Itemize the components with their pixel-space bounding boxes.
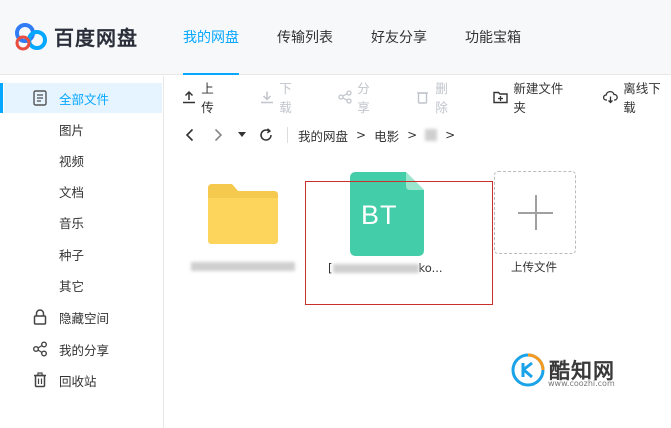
upload-file-label: 上传文件: [511, 260, 557, 274]
cloud-download-icon: [603, 89, 618, 105]
tab-toolbox[interactable]: 功能宝箱: [450, 0, 536, 75]
share-button[interactable]: 分享: [337, 78, 381, 116]
new-folder-label: 新建文件夹: [513, 81, 564, 115]
refresh-icon[interactable]: [255, 124, 277, 146]
baidu-cloud-logo-icon: [14, 22, 48, 51]
share-label: 分享: [357, 81, 370, 115]
breadcrumb-separator: >: [356, 128, 367, 142]
trash-icon: [32, 372, 48, 388]
sidebar-item-label: 图片: [59, 122, 85, 138]
delete-label: 删除: [435, 81, 448, 115]
sidebar-item-documents[interactable]: 文档: [4, 176, 162, 206]
share-icon: [32, 341, 48, 357]
tab-my-disk[interactable]: 我的网盘: [168, 0, 254, 75]
sidebar-item-music[interactable]: 音乐: [4, 207, 162, 237]
upload-file-tile[interactable]: [494, 171, 576, 254]
new-folder-icon: [493, 89, 508, 105]
top-header: 百度网盘 我的网盘 传输列表 好友分享 功能宝箱: [0, 0, 671, 75]
sidebar-item-label: 回收站: [59, 373, 97, 389]
download-icon: [259, 89, 274, 105]
watermark-url: www.coozhi.com: [548, 379, 615, 388]
tab-friend-share[interactable]: 好友分享: [356, 0, 442, 75]
sidebar-item-hidden-space[interactable]: 隐藏空间: [4, 302, 162, 332]
folder-item[interactable]: [187, 172, 299, 292]
delete-button[interactable]: 删除: [415, 78, 459, 116]
sidebar-item-label: 其它: [59, 278, 85, 294]
breadcrumb-separator: >: [407, 128, 418, 142]
back-arrow-icon[interactable]: [179, 124, 201, 146]
sidebar-item-label: 种子: [59, 247, 85, 263]
breadcrumb-my-disk[interactable]: 我的网盘: [298, 126, 348, 145]
upload-label: 上传: [201, 81, 214, 115]
forward-arrow-icon[interactable]: [207, 124, 229, 146]
sidebar: 全部文件 图片 视频 文档 音乐 种子 其它 隐藏空间 我的分享 回收站: [0, 76, 164, 428]
upload-icon: [181, 89, 196, 105]
sidebar-item-other[interactable]: 其它: [4, 270, 162, 300]
trash-icon: [415, 89, 430, 105]
sidebar-item-label: 我的分享: [59, 342, 110, 358]
document-icon: [32, 90, 48, 106]
breadcrumb: 我的网盘 > 电影 > >: [165, 120, 671, 150]
tab-transfer-list[interactable]: 传输列表: [262, 0, 348, 75]
sidebar-item-recycle-bin[interactable]: 回收站: [4, 365, 162, 395]
main-nav: 我的网盘 传输列表 好友分享 功能宝箱: [168, 0, 544, 75]
selection-highlight-box: [305, 181, 493, 305]
sidebar-item-pictures[interactable]: 图片: [4, 114, 162, 144]
lock-icon: [32, 309, 48, 325]
sidebar-item-all-files[interactable]: 全部文件: [0, 83, 162, 113]
coozhi-logo-icon: [511, 353, 545, 387]
new-folder-button[interactable]: 新建文件夹: [493, 78, 573, 116]
sidebar-item-label: 音乐: [59, 215, 85, 231]
sidebar-item-label: 文档: [59, 184, 85, 200]
divider: [287, 127, 288, 143]
share-icon: [337, 89, 352, 105]
app-logo[interactable]: 百度网盘: [14, 22, 138, 51]
breadcrumb-separator: >: [445, 128, 456, 142]
sidebar-item-label: 隐藏空间: [59, 310, 110, 326]
download-label: 下载: [279, 81, 292, 115]
app-name: 百度网盘: [54, 26, 138, 50]
breadcrumb-movies[interactable]: 电影: [374, 126, 399, 145]
sidebar-item-videos[interactable]: 视频: [4, 145, 162, 175]
offline-download-label: 离线下载: [623, 81, 661, 115]
download-button[interactable]: 下载: [259, 78, 303, 116]
sidebar-item-torrents[interactable]: 种子: [4, 239, 162, 269]
folder-name-blurred: [187, 260, 299, 274]
sidebar-item-label: 视频: [59, 153, 85, 169]
breadcrumb-blurred-folder[interactable]: [425, 129, 438, 141]
upload-button[interactable]: 上传: [181, 78, 225, 116]
sidebar-item-my-shares[interactable]: 我的分享: [4, 334, 162, 364]
folder-icon: [206, 182, 280, 250]
sidebar-item-label: 全部文件: [59, 91, 110, 107]
offline-download-button[interactable]: 离线下载: [603, 78, 671, 116]
file-toolbar: 上传 下载 分享 删除 新建文件夹 离线下载: [165, 76, 671, 118]
history-dropdown-icon[interactable]: [235, 124, 249, 146]
